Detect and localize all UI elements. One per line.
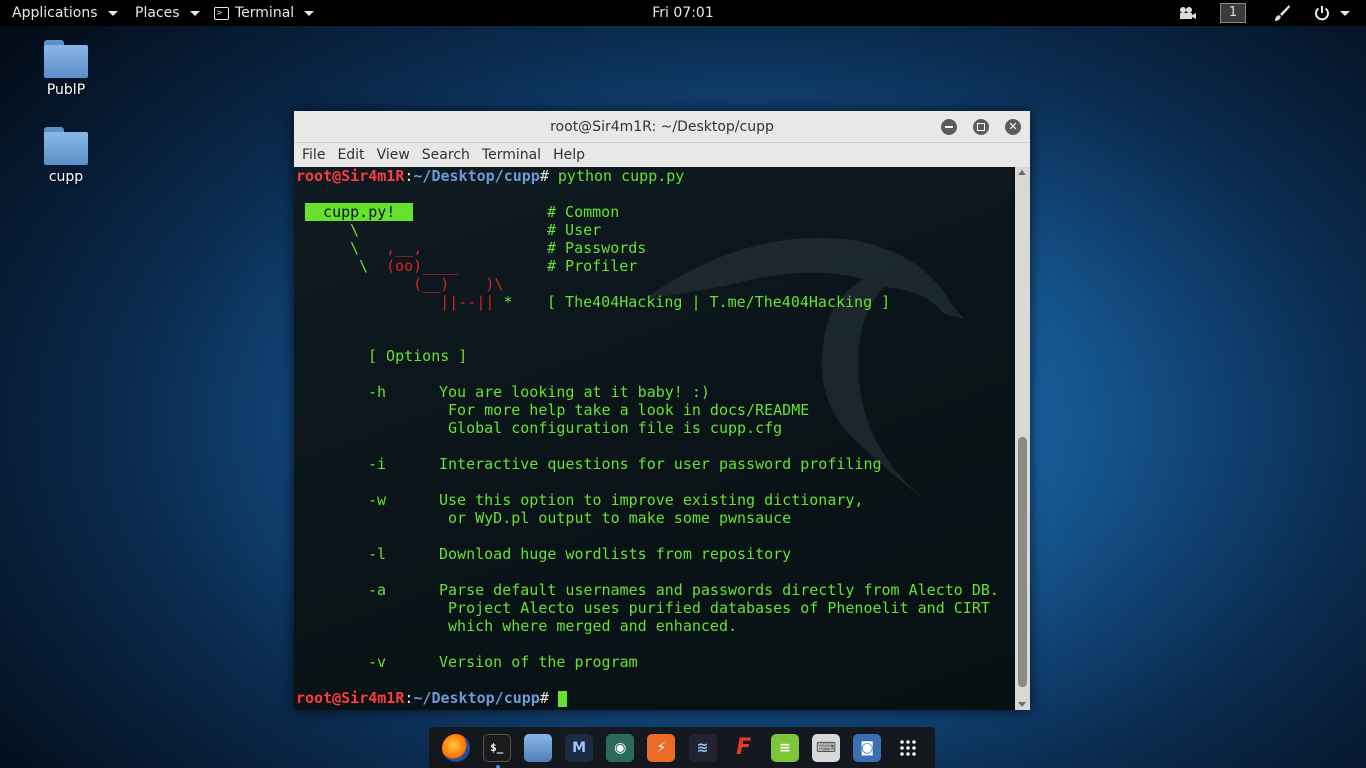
- desktop-icon-cupp[interactable]: cupp: [21, 127, 111, 185]
- brush-icon[interactable]: [1273, 0, 1291, 26]
- menu-view[interactable]: View: [371, 143, 416, 167]
- banner-label-line: cupp.py!: [305, 203, 414, 221]
- option-text: Version of the program: [439, 653, 638, 671]
- chevron-down-icon: [107, 10, 118, 16]
- keyboard-icon[interactable]: ⌨: [811, 733, 840, 762]
- option-flag: -l: [368, 545, 387, 563]
- banner-comment: # Passwords: [547, 239, 647, 257]
- folder-icon: [44, 40, 88, 78]
- prompt-line: root@Sir4m1R:~/Desktop/cupp# python cupp…: [296, 167, 684, 185]
- terminal-app-icon: >: [214, 6, 229, 20]
- desktop-icon-label: PublP: [46, 82, 86, 98]
- terminal-scrollbar[interactable]: [1015, 167, 1030, 710]
- prompt-path: ~/Desktop/cupp: [413, 689, 540, 707]
- clock[interactable]: Fri 07:01: [652, 0, 713, 26]
- minimize-button[interactable]: [941, 119, 957, 135]
- option-flag: -w: [368, 491, 387, 509]
- option-text: Project Alecto uses purified databases o…: [439, 599, 990, 617]
- ascii-art-line: \: [350, 221, 360, 239]
- workspace-indicator[interactable]: 1: [1220, 0, 1246, 26]
- options-header: [ Options ]: [368, 347, 468, 365]
- firefox-icon[interactable]: [441, 733, 470, 762]
- workspace-number: 1: [1220, 3, 1246, 23]
- terminal-glyph: $_: [490, 741, 504, 754]
- screenshot-icon[interactable]: ◙: [853, 733, 882, 762]
- option-flag: -i: [368, 455, 387, 473]
- ascii-art-line: \ (oo)____: [359, 257, 459, 275]
- scroll-up-icon[interactable]: [1018, 170, 1026, 175]
- prompt-line: root@Sir4m1R:~/Desktop/cupp#: [296, 689, 567, 707]
- kali-tools-icon[interactable]: ≋: [688, 733, 717, 762]
- armitage-icon[interactable]: ◉: [606, 733, 635, 762]
- applications-label: Applications: [12, 5, 98, 21]
- option-text: Interactive questions for user password …: [439, 455, 882, 473]
- places-label: Places: [135, 5, 180, 21]
- menu-edit[interactable]: Edit: [331, 143, 370, 167]
- dock: $_ M ◉ ⚡ ≋ F ≡ ⌨ ◙: [429, 727, 935, 768]
- menu-help[interactable]: Help: [547, 143, 591, 167]
- option-text: Download huge wordlists from repository: [439, 545, 792, 563]
- terminal-window: root@Sir4m1R: ~/Desktop/cupp ✕ File Edit…: [294, 111, 1030, 710]
- prompt-end: #: [539, 689, 558, 707]
- ascii-art-line: (__) )\: [377, 275, 504, 293]
- files-icon[interactable]: [523, 733, 552, 762]
- ascii-art-line: \ ,__,: [350, 239, 423, 257]
- banner-comment: # Common: [547, 203, 620, 221]
- terminal-icon[interactable]: $_: [482, 733, 511, 768]
- option-text: You are looking at it baby! :): [439, 383, 710, 401]
- menu-terminal[interactable]: Terminal: [476, 143, 547, 167]
- metasploit-icon[interactable]: M: [565, 733, 594, 762]
- option-text: Parse default usernames and passwords di…: [439, 581, 999, 599]
- menu-search[interactable]: Search: [416, 143, 476, 167]
- chevron-down-icon: [1340, 10, 1350, 16]
- window-menubar: File Edit View Search Terminal Help: [294, 143, 1030, 167]
- video-recorder-icon[interactable]: [1179, 0, 1197, 26]
- desktop-icon-label: cupp: [48, 169, 84, 185]
- prompt-path: ~/Desktop/cupp: [413, 167, 540, 185]
- banner-comment: # Profiler: [547, 257, 638, 275]
- scroll-down-icon[interactable]: [1018, 702, 1026, 707]
- banner-comment: # User: [547, 221, 602, 239]
- top-panel: Applications Places > Terminal Fri 07:01…: [0, 0, 1366, 26]
- option-text: For more help take a look in docs/README: [439, 401, 810, 419]
- terminal-app-menu[interactable]: > Terminal: [214, 0, 315, 26]
- desktop-icon-publp[interactable]: PublP: [21, 40, 111, 98]
- credit-line: [ The404Hacking | T.me/The404Hacking ]: [547, 293, 891, 311]
- terminal-output[interactable]: root@Sir4m1R:~/Desktop/cupp# python cupp…: [294, 167, 1015, 710]
- show-apps-icon[interactable]: [894, 734, 922, 762]
- faraday-icon[interactable]: F: [730, 734, 758, 762]
- option-text: which where merged and enhanced.: [439, 617, 738, 635]
- power-icon: [1315, 6, 1329, 21]
- banner-label: cupp.py!: [305, 203, 414, 221]
- command-text: python cupp.py: [557, 167, 685, 185]
- option-text: Global configuration file is cupp.cfg: [439, 419, 783, 437]
- chevron-down-icon: [189, 10, 200, 16]
- window-titlebar[interactable]: root@Sir4m1R: ~/Desktop/cupp ✕: [294, 111, 1030, 143]
- notes-icon[interactable]: ≡: [770, 733, 799, 762]
- applications-menu[interactable]: Applications: [12, 0, 118, 26]
- scrollbar-thumb[interactable]: [1018, 437, 1027, 687]
- prompt-user: root@Sir4m1R: [296, 689, 405, 707]
- maximize-button[interactable]: [973, 119, 989, 135]
- power-menu[interactable]: [1314, 0, 1350, 26]
- chevron-down-icon: [304, 10, 315, 16]
- prompt-user: root@Sir4m1R: [296, 167, 405, 185]
- running-indicator: [495, 764, 500, 768]
- text-cursor: [557, 690, 567, 707]
- option-flag: -h: [368, 383, 387, 401]
- prompt-end: #: [539, 167, 558, 185]
- ascii-art-line: ||--|| *: [377, 293, 513, 311]
- menu-file[interactable]: File: [296, 143, 331, 167]
- clock-container: Fri 07:01: [0, 0, 1366, 26]
- places-menu[interactable]: Places: [135, 0, 200, 26]
- close-button[interactable]: ✕: [1005, 119, 1021, 135]
- option-flag: -v: [368, 653, 387, 671]
- folder-icon: [44, 127, 88, 165]
- terminal-app-label: Terminal: [235, 5, 295, 21]
- option-text: Use this option to improve existing dict…: [439, 491, 864, 509]
- option-flag: -a: [368, 581, 387, 599]
- option-text: or WyD.pl output to make some pwnsauce: [439, 509, 792, 527]
- window-title: root@Sir4m1R: ~/Desktop/cupp: [550, 119, 774, 135]
- burpsuite-icon[interactable]: ⚡: [647, 733, 676, 762]
